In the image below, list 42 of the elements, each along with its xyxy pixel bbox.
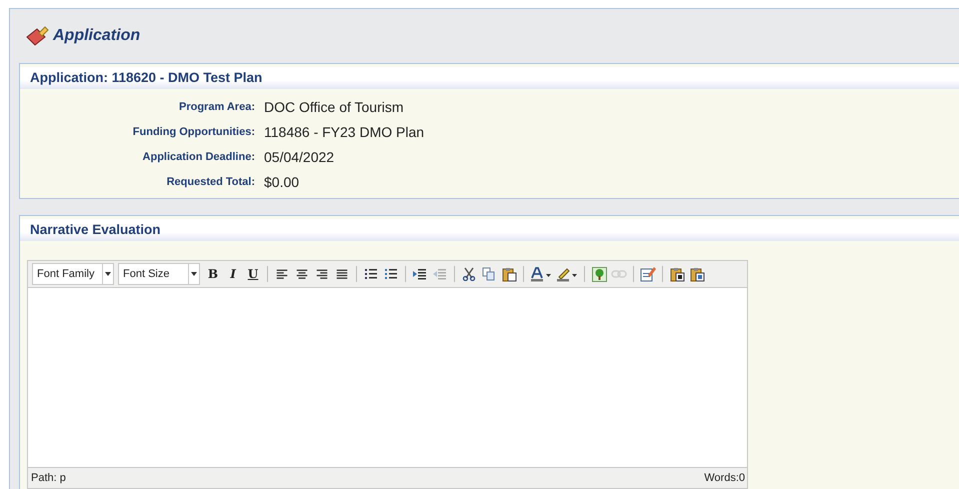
underline-button[interactable]: U xyxy=(244,264,262,284)
field-label: Funding Opportunities: xyxy=(132,126,256,138)
field-label: Requested Total: xyxy=(166,176,256,188)
justify-icon xyxy=(335,268,349,280)
link-icon xyxy=(611,269,627,279)
eraser-icon xyxy=(25,25,49,47)
clipboard-icon xyxy=(670,266,684,282)
clipboard-icon xyxy=(690,266,704,282)
outdent-icon xyxy=(433,268,447,280)
field-label: Program Area: xyxy=(178,100,256,112)
panel-title: Narrative Evaluation xyxy=(20,219,959,241)
image-button[interactable] xyxy=(590,264,608,284)
caret-icon xyxy=(105,272,111,276)
edit-button[interactable] xyxy=(639,264,657,284)
italic-button[interactable]: I xyxy=(224,264,242,284)
highlighter-icon xyxy=(556,266,578,282)
panel-title: Application: 118620 - DMO Test Plan xyxy=(20,67,959,89)
number-list-icon xyxy=(384,268,398,280)
text-color-button[interactable] xyxy=(529,264,553,284)
indent-icon xyxy=(413,268,427,280)
font-select[interactable]: Font Family xyxy=(32,263,114,285)
align-center-icon xyxy=(295,268,309,280)
clipboard-icon xyxy=(502,266,516,282)
scissors-icon xyxy=(462,267,476,281)
field-value: 05/04/2022 xyxy=(264,148,334,164)
bold-button[interactable]: B xyxy=(204,264,222,284)
tree-image-icon xyxy=(592,266,606,282)
pencil-document-icon xyxy=(640,266,656,282)
field-value: 118486 - FY23 DMO Plan xyxy=(264,124,424,140)
field-value: DOC Office of Tourism xyxy=(264,98,404,114)
page-title: Application xyxy=(53,27,140,45)
field-value: $0.00 xyxy=(264,174,300,190)
caret-icon xyxy=(191,272,197,276)
align-right-icon xyxy=(315,268,329,280)
bullet-list-icon xyxy=(364,268,378,280)
font-select[interactable]: Font Size xyxy=(118,263,200,285)
align-left-icon xyxy=(275,268,289,280)
copy-icon xyxy=(482,267,496,281)
element-path: Path: p xyxy=(31,472,66,484)
field-label: Application Deadline: xyxy=(142,150,256,162)
text-color-icon xyxy=(530,266,552,282)
word-count: Words:0 xyxy=(704,472,745,484)
